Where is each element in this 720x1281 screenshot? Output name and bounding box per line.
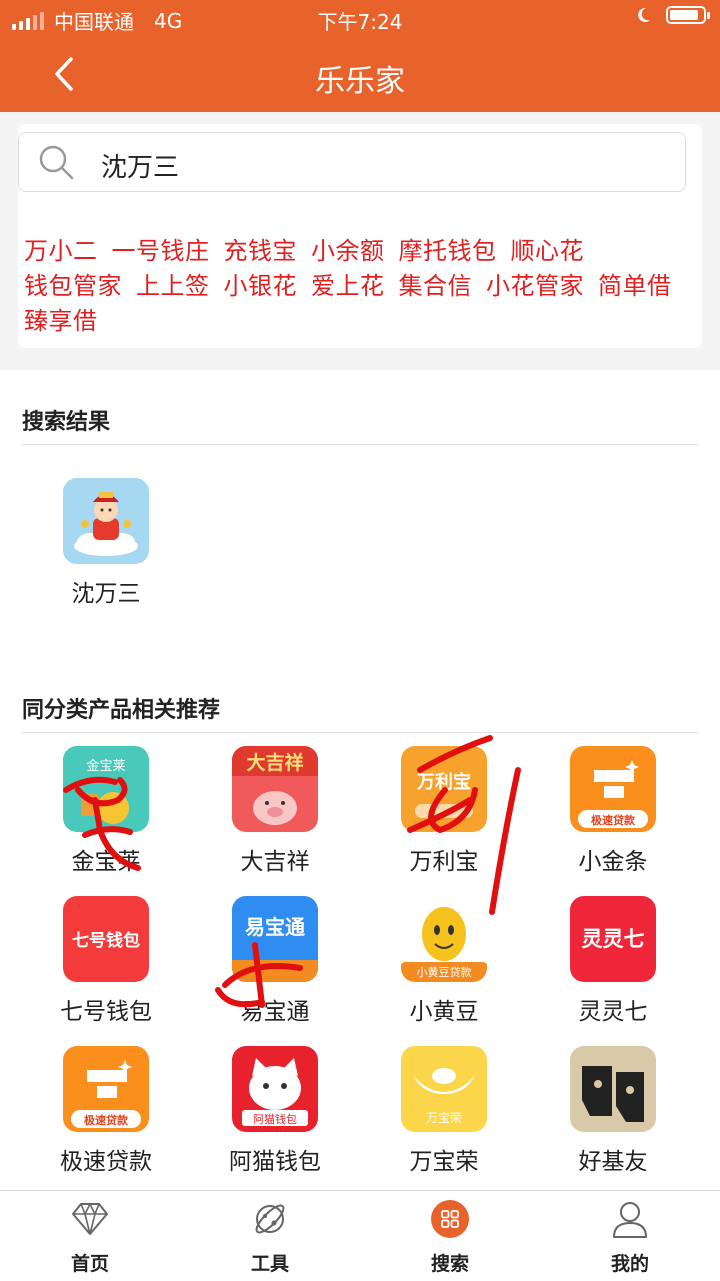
hot-word-link[interactable]: 简单借 — [598, 272, 672, 300]
divider — [22, 444, 698, 445]
caishen-icon — [63, 478, 149, 564]
results-title: 搜索结果 — [22, 410, 111, 435]
recommend-item[interactable]: 灵灵七 灵灵七 — [548, 896, 678, 1026]
hot-words: 万小二 一号钱庄 充钱宝 小余额 摩托钱包 顺心花钱包管家 上上签 小银花 爱上花 集合信 小花管家… — [24, 234, 688, 339]
tab-mine[interactable]: 我的 — [540, 1191, 720, 1281]
search-icon — [39, 145, 74, 180]
grid-icon — [430, 1199, 470, 1239]
icon-text: 易宝通 — [245, 915, 305, 939]
tab-label: 搜索 — [430, 1253, 469, 1275]
diamond-icon — [70, 1199, 110, 1239]
jinbaolai-icon: 金宝莱 — [63, 746, 149, 832]
recommend-item[interactable]: 万宝荣 万宝荣 — [379, 1046, 509, 1176]
clock: 下午7:24 — [317, 10, 403, 34]
qihao-icon: 七号钱包 — [63, 896, 149, 982]
recommend-item[interactable]: 好基友 — [548, 1046, 678, 1176]
user-icon — [610, 1199, 650, 1239]
hot-word-link[interactable]: 摩托钱包 — [399, 237, 497, 265]
recommend-title: 同分类产品相关推荐 — [22, 698, 221, 723]
hot-word-link[interactable]: 上上签 — [136, 272, 210, 300]
hot-word-link[interactable]: 万小二 — [24, 237, 98, 265]
recommend-item[interactable]: 七号钱包 七号钱包 — [41, 896, 171, 1026]
status-bar: 中国联通 4G 下午7:24 — [0, 0, 720, 36]
app-name: 万宝荣 — [409, 1149, 479, 1175]
hot-word-link[interactable]: 臻享借 — [24, 307, 98, 335]
recommend-item[interactable]: 大吉祥 大吉祥 — [210, 746, 340, 876]
app-name: 沈万三 — [71, 581, 141, 607]
bean-icon: 小黄豆贷款 — [401, 896, 487, 982]
tab-label: 我的 — [610, 1253, 649, 1275]
app-name: 小金条 — [578, 849, 648, 875]
result-item[interactable]: 沈万三 — [41, 478, 171, 608]
divider — [22, 732, 698, 733]
recommend-item[interactable]: 金宝莱 金宝莱 — [41, 746, 171, 876]
battery-icon — [666, 6, 710, 24]
icon-text: 极速贷款 — [84, 1113, 129, 1127]
hot-word-link[interactable]: 小银花 — [224, 272, 298, 300]
app-name: 万利宝 — [409, 849, 479, 875]
icon-text: 金宝莱 — [86, 758, 125, 774]
app-name: 灵灵七 — [578, 999, 648, 1025]
icon-text: 大吉祥 — [246, 751, 303, 774]
tab-search[interactable]: 搜索 — [360, 1191, 540, 1281]
recommend-item[interactable]: 极速贷款 小金条 — [548, 746, 678, 876]
dajixiang-icon: 大吉祥 — [232, 746, 318, 832]
icon-text: 万宝荣 — [426, 1111, 462, 1125]
search-card: 沈万三 万小二 一号钱庄 充钱宝 小余额 摩托钱包 顺心花钱包管家 上上签 小银花 爱上花 集合信… — [18, 124, 702, 348]
recommend-item[interactable]: 极速贷款 极速贷款 — [41, 1046, 171, 1176]
hot-word-link[interactable]: 集合信 — [399, 272, 473, 300]
tab-tools[interactable]: 工具 — [180, 1191, 360, 1281]
linglingqi-icon: 灵灵七 — [570, 896, 656, 982]
search-input[interactable]: 沈万三 — [18, 132, 686, 192]
nav-bar: 乐乐家 — [0, 36, 720, 112]
hot-word-link[interactable]: 小余额 — [311, 237, 385, 265]
gold-bars-icon: 极速贷款 — [570, 746, 656, 832]
tab-label: 工具 — [250, 1253, 289, 1275]
icon-text: 极速贷款 — [591, 813, 636, 827]
tab-label: 首页 — [70, 1253, 109, 1275]
hot-word-link[interactable]: 爱上花 — [311, 272, 385, 300]
app-name: 大吉祥 — [240, 849, 310, 875]
recommend-item[interactable]: 易宝通 易宝通 — [210, 896, 340, 1026]
app-name: 金宝莱 — [71, 849, 141, 875]
icon-text: 灵灵七 — [582, 927, 645, 951]
ingot-icon: 万宝荣 — [401, 1046, 487, 1132]
app-name: 易宝通 — [240, 999, 310, 1025]
hot-word-link[interactable]: 顺心花 — [511, 237, 585, 265]
app-name: 阿猫钱包 — [229, 1149, 321, 1175]
faces-icon — [570, 1046, 656, 1132]
recommend-item[interactable]: 阿猫钱包 阿猫钱包 — [210, 1046, 340, 1176]
moon-icon — [638, 7, 650, 22]
app-name: 小黄豆 — [409, 999, 479, 1025]
hot-word-link[interactable]: 小花管家 — [486, 272, 584, 300]
tab-bar: 首页 工具 搜索 我的 — [0, 1190, 720, 1281]
hot-word-link[interactable]: 充钱宝 — [224, 237, 298, 265]
hot-word-link[interactable]: 一号钱庄 — [112, 237, 210, 265]
icon-text: 万利宝 — [416, 771, 471, 793]
tab-home[interactable]: 首页 — [0, 1191, 180, 1281]
content-area: 搜索结果 沈万三 同分类产品相关推荐 金宝莱 金宝莱 大吉祥 大吉祥 万利宝 万利宝 极速贷… — [0, 370, 720, 1190]
gold-bars-icon: 极速贷款 — [63, 1046, 149, 1132]
hot-word-link[interactable]: 钱包管家 — [24, 272, 122, 300]
yibaotong-icon: 易宝通 — [232, 896, 318, 982]
icon-text: 七号钱包 — [72, 930, 140, 951]
app-name: 七号钱包 — [60, 999, 152, 1025]
app-name: 好基友 — [578, 1149, 648, 1175]
planet-icon — [250, 1199, 290, 1239]
recommend-item[interactable]: 小黄豆贷款 小黄豆 — [379, 896, 509, 1026]
search-value: 沈万三 — [101, 153, 180, 183]
app-name: 极速贷款 — [60, 1149, 152, 1175]
recommend-item[interactable]: 万利宝 万利宝 — [379, 746, 509, 876]
icon-text: 阿猫钱包 — [253, 1112, 297, 1126]
page-title: 乐乐家 — [315, 64, 405, 99]
wanlibao-icon: 万利宝 — [401, 746, 487, 832]
lucky-cat-icon: 阿猫钱包 — [232, 1046, 318, 1132]
icon-text: 小黄豆贷款 — [417, 965, 472, 979]
